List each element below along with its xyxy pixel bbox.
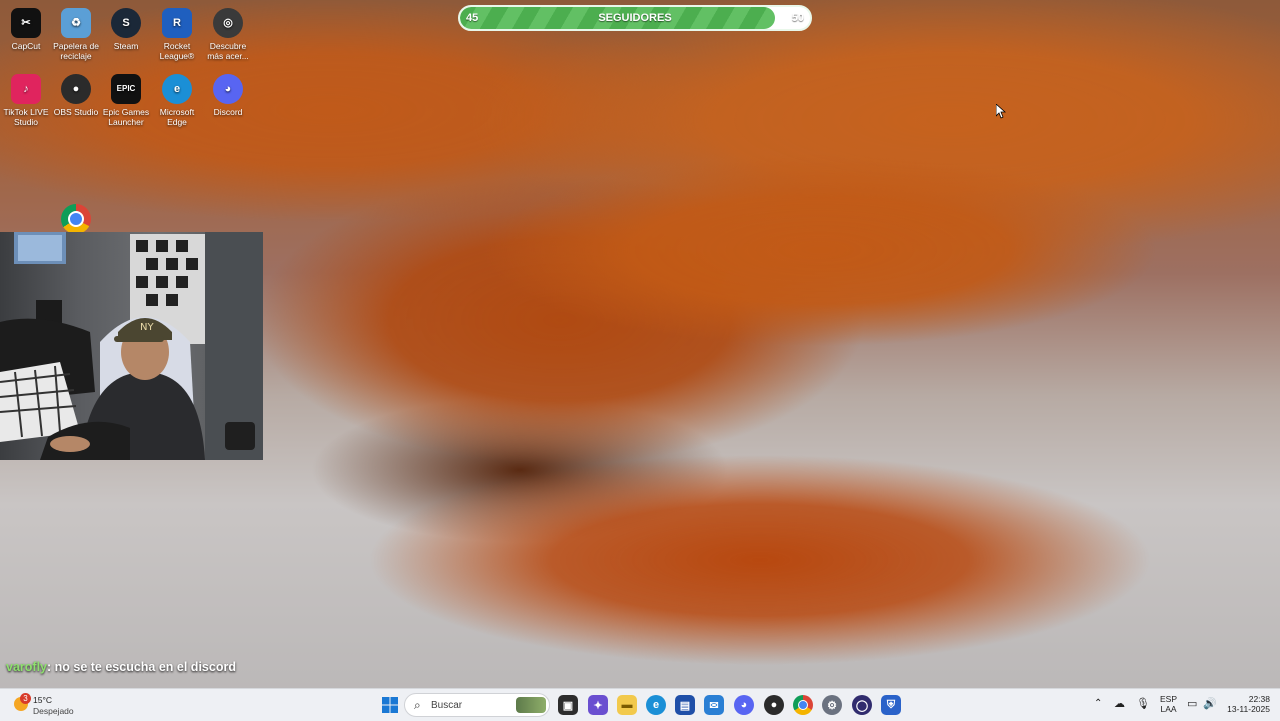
- start-button[interactable]: [380, 695, 400, 715]
- chat-username: varofly: [6, 660, 47, 674]
- mail-icon: ✉: [709, 699, 719, 712]
- taskbar-app-widgets[interactable]: ✦: [588, 695, 608, 715]
- chrome-icon: [61, 204, 91, 234]
- taskbar-app-chrome[interactable]: [793, 695, 813, 715]
- taskbar-search[interactable]: ⌕ Buscar: [404, 693, 550, 717]
- search-placeholder: Buscar: [431, 700, 463, 711]
- desktop-icon-recycle-bin[interactable]: ♻ Papelera de reciclaje: [50, 4, 102, 61]
- desktop-icon-edge[interactable]: e Microsoft Edge: [151, 70, 203, 127]
- show-hidden-icons-chevron-icon[interactable]: ⌃: [1094, 698, 1102, 709]
- weather-desc: Despejado: [33, 706, 74, 716]
- desktop: ✂ CapCut ♻ Papelera de reciclaje S Steam…: [0, 0, 1280, 688]
- clock[interactable]: 22:38 13-11-2025: [1226, 694, 1270, 714]
- taskbar-app-store[interactable]: ▤: [675, 695, 695, 715]
- desktop-icon-capcut[interactable]: ✂ CapCut: [0, 4, 52, 51]
- desktop-icon-rocket-league[interactable]: R Rocket League®: [151, 4, 203, 61]
- chrome-icon: [798, 700, 808, 710]
- desktop-icon-label: Rocket League®: [159, 41, 195, 61]
- taskbar-app-edge[interactable]: e: [646, 695, 666, 715]
- taskbar-app-shield[interactable]: ⛨: [881, 695, 901, 715]
- acer-icon: ◎: [213, 8, 243, 38]
- taskbar: 3 15°C Despejado ⌕ Buscar ▣ ✦ ▬ e ▤ ✉ ◕ …: [0, 688, 1280, 721]
- desktop-icon-label: CapCut: [11, 41, 41, 51]
- desktop-icon-label: Discord: [213, 107, 243, 117]
- edge-icon: e: [652, 699, 660, 711]
- recycle-bin-icon: ♻: [61, 8, 91, 38]
- desktop-icon-obs[interactable]: ● OBS Studio: [50, 70, 102, 117]
- edge-icon: e: [162, 74, 192, 104]
- epic-games-icon: EPIC: [111, 74, 141, 104]
- folder-icon: ▬: [621, 699, 633, 711]
- taskbar-app-discord[interactable]: ◕: [734, 695, 754, 715]
- taskbar-app-settings[interactable]: ⚙: [822, 695, 842, 715]
- desktop-icon-discord[interactable]: ◕ Discord: [202, 70, 254, 117]
- speaker-icon[interactable]: 🔊: [1203, 697, 1217, 710]
- desktop-icon-label: Steam: [113, 41, 139, 51]
- taskbar-app-obs[interactable]: ●: [764, 695, 784, 715]
- progress-label: SEGUIDORES: [598, 12, 672, 24]
- search-icon: ⌕: [414, 698, 421, 712]
- widgets-icon: ✦: [593, 699, 603, 712]
- desktop-icon-steam[interactable]: S Steam: [100, 4, 152, 51]
- obs-icon: ●: [770, 699, 778, 711]
- language-code: ESP: [1160, 694, 1178, 704]
- discord-icon: ◕: [740, 699, 748, 711]
- ring-icon: ◯: [855, 699, 869, 712]
- display-icon[interactable]: ▭: [1187, 697, 1197, 710]
- task-view-button[interactable]: ▣: [558, 695, 578, 715]
- gear-icon: ⚙: [827, 699, 837, 712]
- obs-icon: ●: [61, 74, 91, 104]
- rocket-league-icon: R: [162, 8, 192, 38]
- shield-icon: ⛨: [886, 698, 896, 711]
- clock-date: 13-11-2025: [1227, 704, 1270, 714]
- desktop-icon-label: Epic Games Launcher: [102, 107, 150, 127]
- language-layout: LAA: [1160, 704, 1177, 714]
- followers-progress-bar: 45 SEGUIDORES 50: [458, 5, 812, 31]
- chat-message: varofly: no se te escucha en el discord: [6, 660, 236, 674]
- mouse-cursor-icon: [996, 104, 1006, 119]
- weather-badge: 3: [20, 693, 31, 704]
- desktop-icon-label: OBS Studio: [53, 107, 99, 117]
- network-icon[interactable]: ☁: [1114, 697, 1125, 710]
- desktop-icon-tiktok-live[interactable]: ♪ TikTok LIVE Studio: [0, 70, 52, 127]
- task-view-icon: ▣: [562, 699, 574, 712]
- microphone-icon[interactable]: 🎙: [1136, 697, 1150, 710]
- windows-logo-icon: [382, 697, 398, 713]
- discord-icon: ◕: [213, 74, 243, 104]
- chat-text: : no se te escucha en el discord: [47, 660, 236, 674]
- taskbar-app-outlook[interactable]: ✉: [704, 695, 724, 715]
- capcut-icon: ✂: [11, 8, 41, 38]
- search-highlight-image: [516, 697, 546, 713]
- desktop-icon-label: TikTok LIVE Studio: [3, 107, 49, 127]
- tiktok-icon: ♪: [11, 74, 41, 104]
- steam-icon: S: [111, 8, 141, 38]
- language-indicator[interactable]: ESP LAA: [1160, 694, 1177, 714]
- svg-text:NY: NY: [140, 322, 154, 333]
- taskbar-app-cortana[interactable]: ◯: [852, 695, 872, 715]
- weather-widget[interactable]: 3 15°C Despejado: [8, 692, 88, 718]
- webcam-overlay: NY: [0, 232, 263, 460]
- desktop-icon-epic-games[interactable]: EPIC Epic Games Launcher: [100, 70, 152, 127]
- store-icon: ▤: [679, 699, 691, 712]
- weather-temp: 15°C: [33, 695, 52, 705]
- taskbar-app-file-explorer[interactable]: ▬: [617, 695, 637, 715]
- desktop-icon-acer[interactable]: ◎ Descubre más acer...: [202, 4, 254, 61]
- progress-end-value: 50: [791, 12, 804, 24]
- desktop-icon-label: Descubre más acer...: [207, 41, 249, 61]
- desktop-icon-label: Microsoft Edge: [159, 107, 195, 127]
- desktop-icon-label: Papelera de reciclaje: [53, 41, 99, 61]
- webcam-image: NY: [0, 232, 263, 460]
- clock-time: 22:38: [1248, 694, 1270, 704]
